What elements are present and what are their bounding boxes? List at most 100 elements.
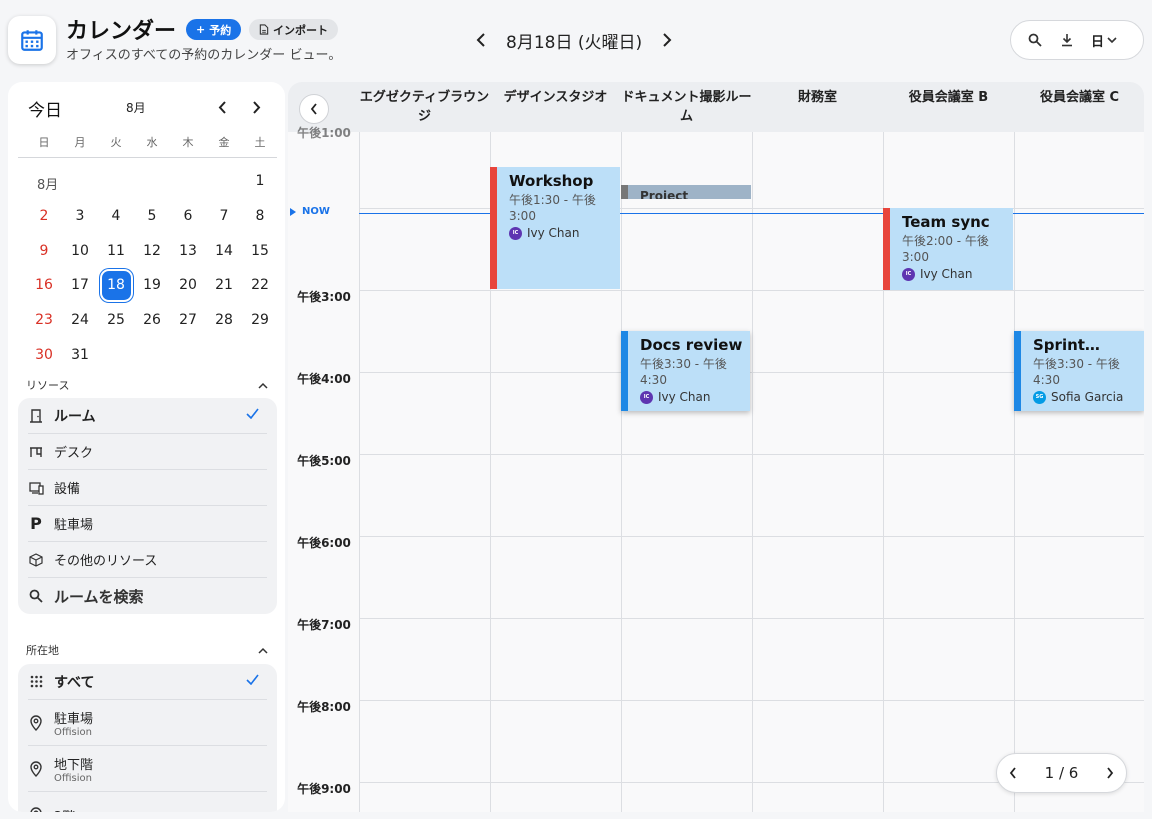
calendar-day[interactable]: 14: [206, 233, 242, 268]
divider: [18, 157, 277, 158]
calendar-day[interactable]: 26: [134, 303, 170, 338]
column-boardroom-c[interactable]: 役員会議室 C: [1014, 88, 1144, 107]
room-search-label: ルームを検索: [54, 587, 144, 606]
calendar-day[interactable]: 28: [206, 303, 242, 338]
chevron-left-icon: [310, 103, 317, 115]
time-label: 午後6:00: [297, 536, 351, 550]
time-grid[interactable]: 午後1:00 午後3:00 午後4:00 午後5:00 午後6:00 午後7:0…: [288, 126, 1144, 812]
page-title: カレンダー: [66, 19, 177, 44]
avatar: IC: [902, 267, 915, 281]
event-team-sync[interactable]: Team sync 午後2:00 - 午後3:00 IC Ivy Chan: [883, 208, 1013, 290]
calendar-day[interactable]: 16: [26, 268, 62, 303]
column-pager: 1 / 6: [996, 753, 1127, 793]
column-design-studio[interactable]: デザインスタジオ: [490, 88, 621, 107]
event-person: IC Ivy Chan: [509, 226, 620, 240]
calendar-day[interactable]: 7: [206, 199, 242, 234]
resources-header[interactable]: リソース: [26, 377, 268, 393]
location-item-label: 地下階: [54, 757, 94, 773]
calendar-day[interactable]: 6: [170, 199, 206, 234]
calendar-day[interactable]: 12: [134, 233, 170, 268]
event-workshop[interactable]: Workshop 午後1:30 - 午後3:00 IC Ivy Chan: [490, 167, 620, 289]
event-sprint[interactable]: Sprint… 午後3:30 - 午後4:30 SG Sofia Garcia: [1014, 331, 1144, 411]
calendar-day[interactable]: 23: [26, 303, 62, 338]
column-boardroom-b[interactable]: 役員会議室 B: [883, 88, 1014, 107]
calendar-day[interactable]: 2: [26, 199, 62, 234]
calendar-day-empty: [206, 164, 242, 199]
resource-item-room[interactable]: ルーム: [28, 398, 267, 434]
calendar-day[interactable]: 4: [98, 199, 134, 234]
calendar-day[interactable]: 29: [242, 303, 278, 338]
column-executive-lounge[interactable]: エグゼクティブラウンジ: [359, 88, 490, 126]
room-search-button[interactable]: ルームを検索: [28, 578, 267, 614]
calendar-day[interactable]: 17: [62, 268, 98, 303]
next-page-button[interactable]: [1106, 764, 1114, 783]
resource-item-equipment[interactable]: 設備: [28, 470, 267, 506]
calendar-day[interactable]: 25: [98, 303, 134, 338]
resource-item-other[interactable]: その他のリソース: [28, 542, 267, 578]
download-button[interactable]: [1051, 24, 1083, 56]
calendar-day[interactable]: 20: [170, 268, 206, 303]
event-person: IC Ivy Chan: [640, 390, 750, 404]
time-label: 午後7:00: [297, 618, 351, 632]
calendar-day[interactable]: 22: [242, 268, 278, 303]
calendar-day-empty: [242, 337, 278, 372]
resource-item-desk[interactable]: デスク: [28, 434, 267, 470]
calendar-day[interactable]: 15: [242, 233, 278, 268]
column-divider: [1014, 132, 1015, 812]
resource-item-label: デスク: [54, 446, 94, 461]
calendar-day[interactable]: 8: [242, 199, 278, 234]
collapse-sidebar-button[interactable]: [299, 94, 329, 124]
calendar-day[interactable]: 11: [98, 233, 134, 268]
location-item-basement[interactable]: 地下階 Offision: [28, 746, 267, 792]
pager-text: 1 / 6: [1044, 764, 1079, 782]
calendar-day[interactable]: 21: [206, 268, 242, 303]
time-label: 午後3:00: [297, 290, 351, 304]
now-label: NOW: [302, 206, 330, 217]
view-select[interactable]: 日: [1091, 31, 1117, 50]
calendar-day[interactable]: 10: [62, 233, 98, 268]
calendar-day[interactable]: 5: [134, 199, 170, 234]
resource-column-header: エグゼクティブラウンジ デザインスタジオ ドキュメント撮影ルーム 財務室 役員会…: [288, 82, 1144, 132]
now-indicator-line: [359, 213, 1144, 214]
calendar-day[interactable]: 30: [26, 337, 62, 372]
calendar-day[interactable]: 18: [98, 268, 134, 303]
column-document-room[interactable]: ドキュメント撮影ルーム: [621, 88, 752, 126]
time-label: 午後8:00: [297, 700, 351, 714]
event-project[interactable]: Project: [621, 185, 751, 199]
next-month-button[interactable]: [245, 96, 267, 118]
check-icon: [246, 408, 259, 419]
calendar-day[interactable]: 24: [62, 303, 98, 338]
calendar-day[interactable]: 9: [26, 233, 62, 268]
calendar-day[interactable]: 19: [134, 268, 170, 303]
prev-month-button[interactable]: [211, 96, 233, 118]
event-title: Docs review: [640, 336, 743, 354]
locations-header[interactable]: 所在地: [26, 642, 268, 658]
calendar-day[interactable]: 31: [62, 337, 98, 372]
calendar-day[interactable]: 13: [170, 233, 206, 268]
calendar-day[interactable]: 27: [170, 303, 206, 338]
location-item-floor-2[interactable]: 2階: [28, 792, 267, 812]
chevron-left-icon: [218, 100, 226, 114]
today-button[interactable]: 今日: [28, 96, 62, 121]
next-day-button[interactable]: [656, 26, 678, 54]
import-button[interactable]: インポート: [249, 19, 338, 40]
calendar-day[interactable]: 1: [242, 164, 278, 199]
location-item-parking[interactable]: 駐車場 Offision: [28, 700, 267, 746]
selected-day-label: 18: [101, 270, 131, 300]
resource-item-label: 設備: [54, 482, 81, 497]
resource-item-parking[interactable]: P 駐車場: [28, 506, 267, 542]
prev-day-button[interactable]: [470, 26, 492, 54]
file-icon: [259, 24, 269, 35]
search-button[interactable]: [1019, 24, 1051, 56]
page-subtitle: オフィスのすべての予約のカレンダー ビュー。: [66, 48, 342, 63]
mini-calendar-month: 8月: [126, 101, 146, 115]
column-finance-room[interactable]: 財務室: [752, 88, 883, 107]
prev-page-button[interactable]: [1009, 764, 1017, 783]
event-docs-review[interactable]: Docs review 午後3:30 - 午後4:30 IC Ivy Chan: [621, 331, 750, 411]
devices-icon: [28, 480, 44, 496]
location-item-all[interactable]: すべて: [28, 664, 267, 700]
hour-line: [359, 454, 1144, 455]
reserve-button[interactable]: + 予約: [186, 19, 242, 40]
resources-heading: リソース: [26, 379, 70, 392]
calendar-day[interactable]: 3: [62, 199, 98, 234]
